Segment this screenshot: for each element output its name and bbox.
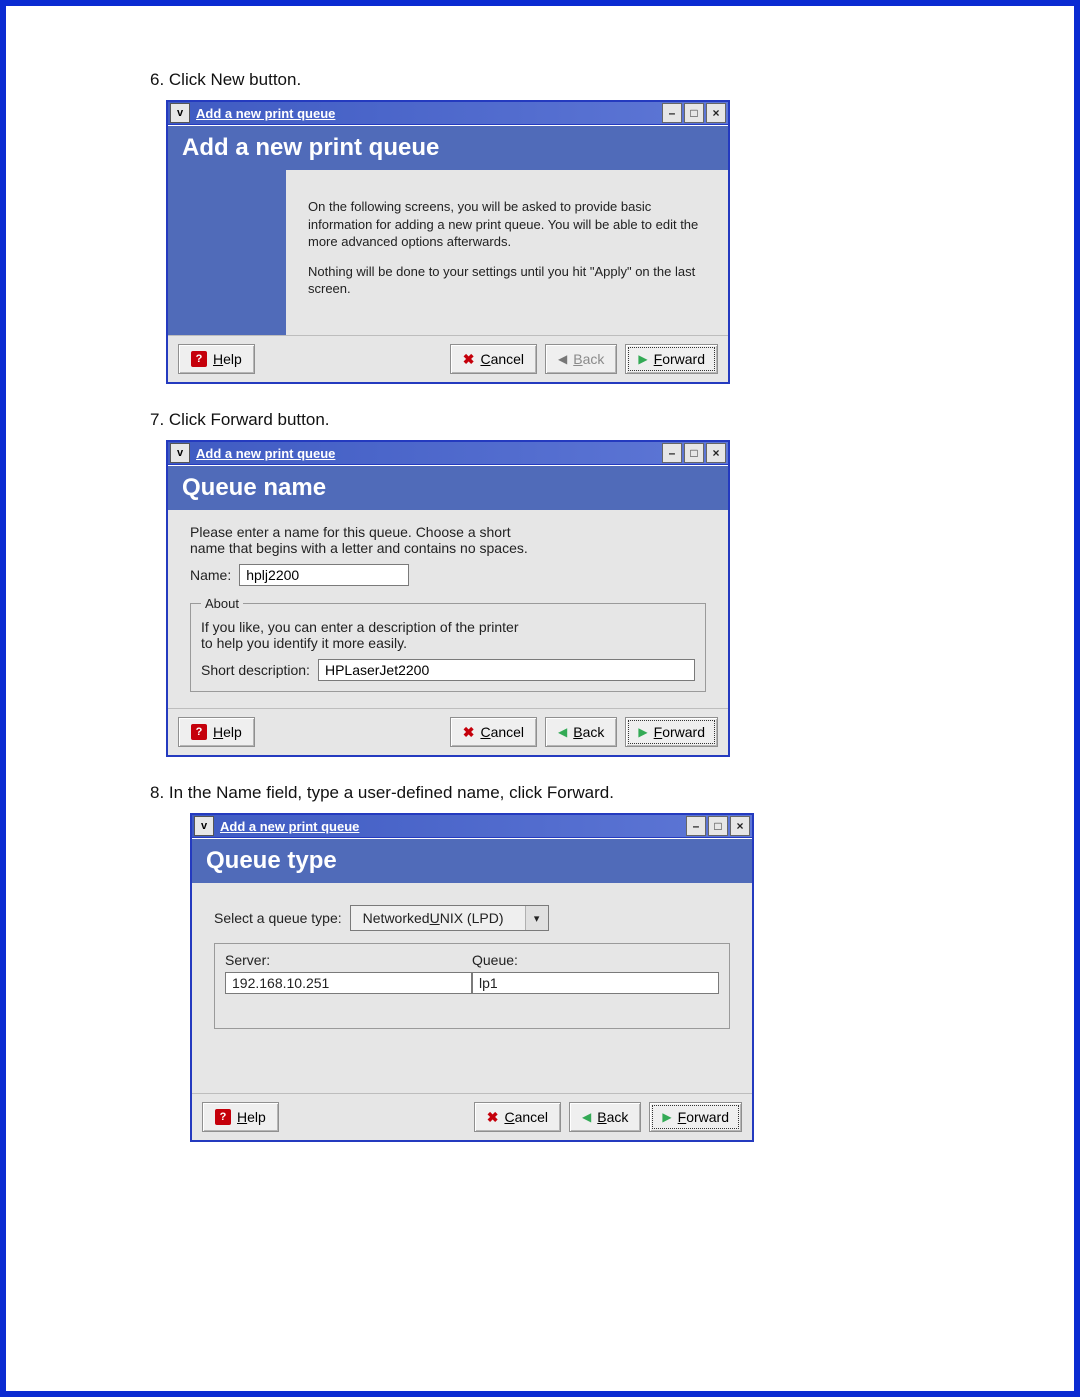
close-button[interactable]: × bbox=[706, 103, 726, 123]
wizard-sidebar bbox=[168, 170, 286, 335]
close-button[interactable]: × bbox=[706, 443, 726, 463]
name-label: Name: bbox=[190, 567, 231, 583]
description-input[interactable] bbox=[318, 659, 695, 681]
step-8-text: 8. In the Name field, type a user-define… bbox=[150, 783, 954, 803]
forward-button[interactable]: ▶ Forward bbox=[625, 344, 718, 374]
queue-type-value: Networked UNIX (LPD) bbox=[351, 906, 526, 930]
intro-line-1: Please enter a name for this queue. Choo… bbox=[190, 524, 706, 540]
window-title: Add a new print queue bbox=[194, 446, 662, 461]
cancel-button[interactable]: ✖ Cancel bbox=[450, 344, 537, 374]
chevron-down-icon: ▾ bbox=[526, 906, 548, 930]
dialog-banner: Queue type bbox=[192, 838, 752, 883]
window-menu-icon[interactable]: v bbox=[194, 816, 214, 836]
window-menu-icon[interactable]: v bbox=[170, 443, 190, 463]
back-icon: ◀ bbox=[558, 725, 567, 739]
queue-type-label: Select a queue type: bbox=[214, 910, 342, 926]
step-7-text: 7. Click Forward button. bbox=[150, 410, 954, 430]
about-legend: About bbox=[201, 596, 243, 611]
titlebar[interactable]: v Add a new print queue – □ × bbox=[192, 815, 752, 838]
close-button[interactable]: × bbox=[730, 816, 750, 836]
dialog-body: Please enter a name for this queue. Choo… bbox=[168, 510, 728, 708]
server-input[interactable]: 192.168.10.251 bbox=[225, 972, 472, 994]
forward-button[interactable]: ▶ Forward bbox=[649, 1102, 742, 1132]
help-button[interactable]: ? Help bbox=[178, 344, 255, 374]
back-button[interactable]: ◀ Back bbox=[545, 344, 617, 374]
dialog-add-print-queue-intro: v Add a new print queue – □ × Add a new … bbox=[166, 100, 730, 384]
step-6-text: 6. Click New button. bbox=[150, 70, 954, 90]
button-bar: ? Help ✖ Cancel ◀ Back ▶ Forward bbox=[168, 335, 728, 382]
maximize-button[interactable]: □ bbox=[708, 816, 728, 836]
forward-icon: ▶ bbox=[662, 1110, 671, 1124]
back-icon: ◀ bbox=[582, 1110, 591, 1124]
titlebar[interactable]: v Add a new print queue – □ × bbox=[168, 442, 728, 465]
cancel-button[interactable]: ✖ Cancel bbox=[450, 717, 537, 747]
cancel-icon: ✖ bbox=[463, 724, 475, 741]
help-icon: ? bbox=[191, 724, 207, 740]
about-fieldset: About If you like, you can enter a descr… bbox=[190, 596, 706, 692]
intro-paragraph-1: On the following screens, you will be as… bbox=[308, 198, 706, 251]
back-icon: ◀ bbox=[558, 352, 567, 366]
about-line-1: If you like, you can enter a description… bbox=[201, 619, 695, 635]
forward-icon: ▶ bbox=[638, 352, 647, 366]
window-title: Add a new print queue bbox=[194, 106, 662, 121]
dialog-body: Select a queue type: Networked UNIX (LPD… bbox=[192, 883, 752, 1093]
dialog-banner: Queue name bbox=[168, 465, 728, 510]
document-page: 6. Click New button. v Add a new print q… bbox=[0, 0, 1080, 1397]
help-icon: ? bbox=[191, 351, 207, 367]
cancel-button[interactable]: ✖ Cancel bbox=[474, 1102, 561, 1132]
titlebar[interactable]: v Add a new print queue – □ × bbox=[168, 102, 728, 125]
intro-paragraph-2: Nothing will be done to your settings un… bbox=[308, 263, 706, 298]
help-button[interactable]: ? Help bbox=[178, 717, 255, 747]
help-button[interactable]: ? Help bbox=[202, 1102, 279, 1132]
queue-input[interactable]: lp1 bbox=[472, 972, 719, 994]
about-line-2: to help you identify it more easily. bbox=[201, 635, 695, 651]
server-label: Server: bbox=[225, 952, 472, 972]
name-input[interactable] bbox=[239, 564, 409, 586]
cancel-icon: ✖ bbox=[463, 351, 475, 368]
queue-type-select[interactable]: Networked UNIX (LPD) ▾ bbox=[350, 905, 549, 931]
content-container: 6. Click New button. v Add a new print q… bbox=[150, 70, 954, 1142]
dialog-body: On the following screens, you will be as… bbox=[286, 170, 728, 335]
forward-button[interactable]: ▶ Forward bbox=[625, 717, 718, 747]
button-bar: ? Help ✖ Cancel ◀ Back ▶ Forward bbox=[192, 1093, 752, 1140]
help-icon: ? bbox=[215, 1109, 231, 1125]
server-queue-frame: Server: Queue: 192.168.10.251 lp1 bbox=[214, 943, 730, 1029]
queue-label: Queue: bbox=[472, 952, 719, 972]
intro-line-2: name that begins with a letter and conta… bbox=[190, 540, 706, 556]
button-bar: ? Help ✖ Cancel ◀ Back ▶ Forward bbox=[168, 708, 728, 755]
dialog-banner: Add a new print queue bbox=[168, 125, 728, 170]
window-menu-icon[interactable]: v bbox=[170, 103, 190, 123]
dialog-queue-name: v Add a new print queue – □ × Queue name… bbox=[166, 440, 730, 757]
dialog-queue-type: v Add a new print queue – □ × Queue type… bbox=[190, 813, 754, 1142]
minimize-button[interactable]: – bbox=[662, 103, 682, 123]
minimize-button[interactable]: – bbox=[686, 816, 706, 836]
forward-icon: ▶ bbox=[638, 725, 647, 739]
description-label: Short description: bbox=[201, 662, 310, 678]
cancel-icon: ✖ bbox=[487, 1109, 499, 1126]
back-button[interactable]: ◀ Back bbox=[545, 717, 617, 747]
window-title: Add a new print queue bbox=[218, 819, 686, 834]
maximize-button[interactable]: □ bbox=[684, 443, 704, 463]
minimize-button[interactable]: – bbox=[662, 443, 682, 463]
back-button[interactable]: ◀ Back bbox=[569, 1102, 641, 1132]
maximize-button[interactable]: □ bbox=[684, 103, 704, 123]
